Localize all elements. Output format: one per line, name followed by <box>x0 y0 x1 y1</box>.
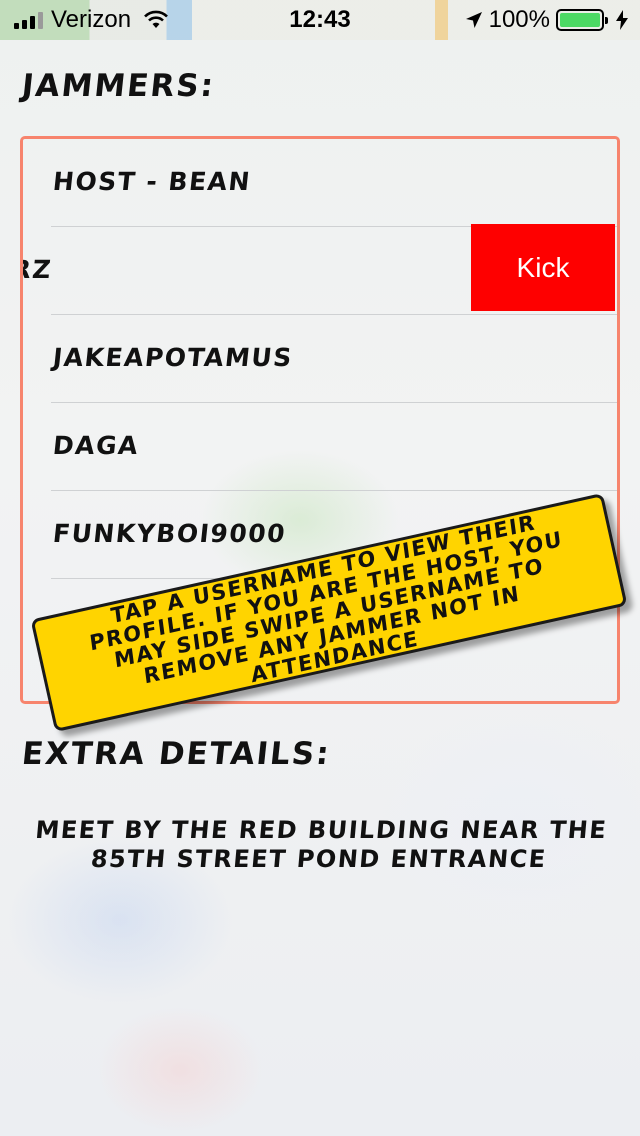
jammer-username: Host - Bean <box>51 167 253 196</box>
jammer-username: Daga <box>51 431 141 460</box>
carrier-label: Verizon <box>51 6 132 33</box>
charging-bolt-icon <box>616 10 628 30</box>
status-bar: Verizon 12:43 100% <box>0 0 640 40</box>
jammers-heading: Jammers: <box>20 68 217 104</box>
jammer-username: FunkyBoi9000 <box>51 519 288 548</box>
extra-details-heading: Extra Details: <box>20 736 333 772</box>
status-bar-left: Verizon <box>14 6 169 34</box>
wifi-icon <box>144 10 168 28</box>
jammer-username: Jakeapotamus <box>51 343 295 372</box>
location-arrow-icon <box>465 12 482 28</box>
battery-percent: 100% <box>488 6 550 33</box>
signal-icon <box>14 11 43 29</box>
kick-button[interactable]: Kick <box>471 224 615 311</box>
jammer-row[interactable]: Daga <box>23 403 617 491</box>
status-bar-right: 100% <box>465 6 628 34</box>
battery-fill <box>560 13 600 27</box>
battery-icon <box>556 9 608 31</box>
extra-details-text: Meet by the red building near the 85th s… <box>34 816 609 873</box>
status-time: 12:43 <box>289 6 351 33</box>
jammer-row[interactable]: Host - Bean <box>23 139 617 227</box>
jammer-username: erz <box>20 255 54 284</box>
jammer-row[interactable]: Jakeapotamus <box>23 315 617 403</box>
